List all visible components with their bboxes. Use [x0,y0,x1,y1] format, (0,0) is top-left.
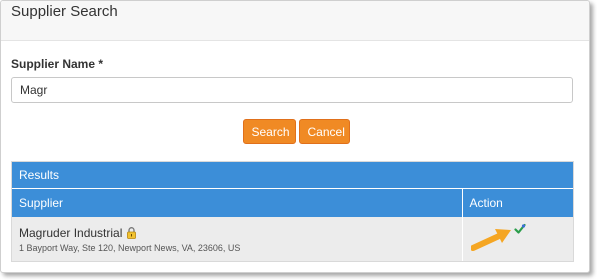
results-panel: Results Supplier Action Magruder Industr… [11,161,574,262]
supplier-name-label: Supplier Name * [11,57,104,71]
column-header-action: Action [461,189,573,217]
action-cell [461,217,573,261]
results-title: Results [12,162,573,189]
table-header-row: Supplier Action [12,189,573,217]
lock-icon [127,227,137,239]
table-row: Magruder Industrial 1 Bayport Way, Ste 1… [12,217,573,261]
cancel-button[interactable]: Cancel [298,119,350,144]
supplier-name: Magruder Industrial [19,226,123,240]
select-check-icon[interactable] [513,222,526,240]
panel-header: Supplier Search [1,1,589,41]
supplier-search-panel: Supplier Search Supplier Name * Search C… [0,0,590,273]
column-header-supplier: Supplier [12,189,462,217]
results-table: Supplier Action Magruder Industrial 1 Ba… [12,189,573,261]
pointer-arrow-icon [470,229,511,251]
page-title: Supplier Search [11,3,118,20]
supplier-cell: Magruder Industrial 1 Bayport Way, Ste 1… [12,217,462,261]
supplier-address: 1 Bayport Way, Ste 120, Newport News, VA… [19,243,241,253]
search-button[interactable]: Search [242,119,296,144]
supplier-name-line: Magruder Industrial [19,226,462,240]
form-buttons: Search Cancel [13,119,579,144]
search-form: Supplier Name * Search Cancel [1,41,589,144]
supplier-name-input[interactable] [11,77,573,103]
